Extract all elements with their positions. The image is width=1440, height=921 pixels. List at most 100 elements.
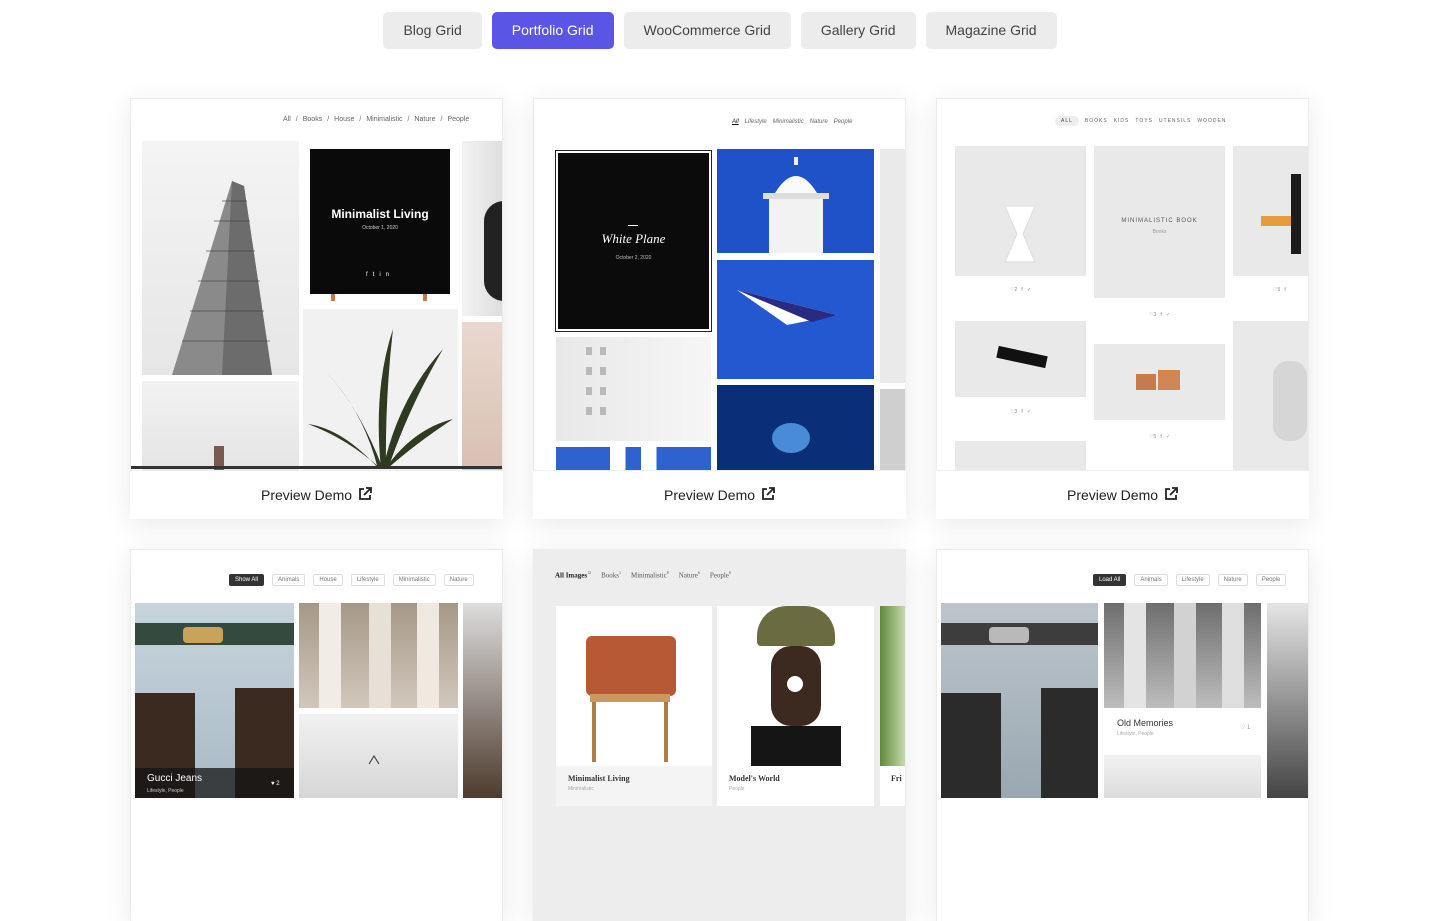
tab-woocommerce-grid[interactable]: WooCommerce Grid [623,12,791,49]
social-icons: ftin [310,272,450,278]
filter-item[interactable]: Nature [1217,574,1248,586]
filter-item[interactable]: Animals [272,574,306,586]
filter-item: Nature6 [678,570,700,580]
filter-item: ALL [1055,116,1079,126]
hang-glider-photo [717,260,874,379]
caption-title: Minimalist Living [568,774,630,783]
featured-post[interactable]: Minimalist Living October 1, 2020 ftin [310,149,450,294]
preview-demo-label: Preview Demo [260,487,353,503]
filter-item[interactable]: Lifestyle [1175,574,1210,586]
hand-photo [462,322,502,470]
product-category: Books [1152,229,1167,235]
product-image [955,146,1086,276]
columns-photo [299,603,458,708]
filter-item: Lifestyle [744,119,767,125]
plant-photo [303,309,458,470]
demo-preview-image[interactable]: All Lifestyle Minimalistic Nature People… [533,98,906,470]
filter-item: UTENSILS [1158,118,1192,124]
demo-preview-image[interactable]: All / Books / House / Minimalistic / Nat… [130,98,503,470]
demo-card-1: All / Books / House / Minimalistic / Nat… [130,98,503,519]
facebook-icon[interactable]: f [366,272,373,278]
demo-card-3: ALL BOOKS KIDS TOYS UTENSILS WOODEN ♡2 f… [936,98,1309,519]
filter-nav: Load All Animals Lifestyle Nature People [1093,574,1287,586]
post-date: October 2, 2020 [615,255,652,261]
portrait-photo [462,141,502,316]
demo-card-6: Load All Animals Lifestyle Nature People… [936,549,1309,921]
filter-item: House [334,116,355,123]
demo-preview-image[interactable]: ALL BOOKS KIDS TOYS UTENSILS WOODEN ♡2 f… [936,98,1309,470]
product-actions: ♡3 f ✓ [1009,409,1032,415]
demo-preview-image[interactable]: All Images12 Books1 Minimalistic8 Nature… [533,549,906,921]
filter-item[interactable]: Load All [1093,574,1127,586]
filter-item: Minimalistic8 [631,570,669,580]
building-photo [556,337,711,441]
linkedin-icon[interactable]: in [379,272,394,278]
product-actions: ♡2 f ✓ [1009,287,1032,293]
filter-item: Minimalistic [772,119,804,125]
product-actions: ♡3 f ✓ [1148,312,1171,318]
filter-item[interactable]: Nature [443,574,474,586]
filter-item[interactable]: Minimalistic [392,574,436,586]
post-title: White Plane [601,231,666,246]
filter-item[interactable]: Lifestyle [350,574,385,586]
filter-item: Nature [414,116,436,123]
tab-blog-grid[interactable]: Blog Grid [383,12,482,49]
building-photo [142,141,299,375]
filter-item: People6 [709,570,731,580]
filter-item[interactable]: Animals [1134,574,1168,586]
product-image: MINIMALISTIC BOOK Books [1094,146,1225,298]
filter-item: All [283,116,291,123]
filter-item: Books1 [601,570,621,580]
preview-demo-label: Preview Demo [663,487,756,503]
filter-item[interactable]: House [313,574,343,586]
demo-card-4: Show All Animals House Lifestyle Minimal… [130,549,503,921]
chair-photo [556,606,712,766]
like-count: ♥ 2 [271,781,280,787]
filter-item: People [833,119,853,125]
preview-demo-label: Preview Demo [1066,487,1159,503]
grid-type-tabs: Blog Grid Portfolio Grid WooCommerce Gri… [0,12,1440,49]
demo-card-5: All Images12 Books1 Minimalistic8 Nature… [533,549,906,921]
filter-item: BOOKS [1084,118,1108,124]
sea-photo [299,714,458,798]
product-actions: ♡5 f [1273,287,1286,293]
portfolio-caption: Old Memories Lifestyle, People ♡ 1 [1104,708,1261,753]
filter-item: TOYS [1135,118,1153,124]
filter-nav: All Lifestyle Minimalistic Nature People [732,119,852,125]
external-link-icon [358,486,372,504]
jeans-photo [941,603,1098,798]
preview-demo-button[interactable]: Preview Demo [533,470,906,519]
tab-gallery-grid[interactable]: Gallery Grid [800,12,916,49]
filter-item: KIDS [1113,118,1130,124]
product-image [1233,321,1308,470]
demo-preview-image[interactable]: Load All Animals Lifestyle Nature People… [936,549,1309,921]
filter-nav: ALL BOOKS KIDS TOYS UTENSILS WOODEN [1055,116,1226,126]
demo-preview-image[interactable]: Show All Animals House Lifestyle Minimal… [130,549,503,921]
filter-item: Minimalistic [366,116,403,123]
caption-meta: Minimalistic [568,786,594,792]
product-title: MINIMALISTIC BOOK [1121,218,1198,224]
portfolio-caption: Minimalist Living Minimalistic [556,766,712,806]
filter-item: All Images12 [555,570,592,580]
featured-post[interactable]: White Plane October 2, 2020 [555,150,712,332]
like-count: ♡ 1 [1240,725,1251,731]
caption-title: Gucci Jeans [147,773,203,784]
portfolio-caption: Fri [880,766,905,806]
caption-title: Fri [891,774,902,783]
post-date: October 1, 2020 [362,225,398,231]
filter-nav: All / Books / House / Minimalistic / Nat… [283,116,470,123]
portfolio-caption: Model's World People [717,766,874,806]
filter-item: WOODEN [1197,118,1227,124]
caption-meta: Lifestyle, People [1117,731,1154,737]
external-link-icon [1164,486,1178,504]
filter-item: All [732,119,739,125]
preview-demo-button[interactable]: Preview Demo [936,470,1309,519]
filter-item: Nature [809,119,828,125]
fish-photo [717,385,874,470]
tab-magazine-grid[interactable]: Magazine Grid [925,12,1057,49]
tab-portfolio-grid[interactable]: Portfolio Grid [491,12,614,49]
filter-item[interactable]: Show All [229,574,265,586]
preview-demo-button[interactable]: Preview Demo [130,470,503,519]
caption-meta: Lifestyle, People [147,788,184,794]
filter-item[interactable]: People [1255,574,1287,586]
